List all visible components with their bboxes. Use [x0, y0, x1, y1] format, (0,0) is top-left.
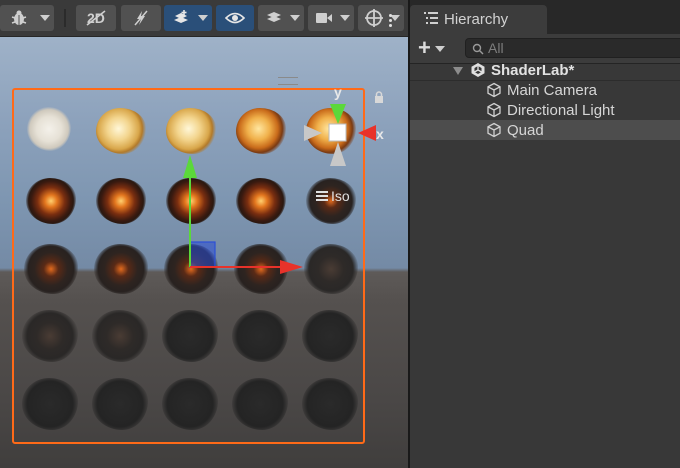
hierarchy-item-scene[interactable]: ShaderLab*: [410, 60, 680, 81]
scene-view[interactable]: 2D: [0, 0, 408, 468]
hierarchy-panel: Hierarchy + ShaderLab* Main Camera D: [410, 0, 680, 468]
lock-icon[interactable]: [374, 90, 384, 108]
projection-label: Iso: [331, 188, 350, 204]
hierarchy-list-icon: [424, 11, 438, 28]
tab-hierarchy-label: Hierarchy: [444, 11, 509, 28]
hierarchy-search-box[interactable]: [465, 38, 680, 58]
gameobject-cube-icon: [486, 82, 502, 102]
gizmo-x-label: x: [376, 126, 384, 142]
orient-center-cube: [328, 123, 347, 142]
menu-lines-icon: [316, 188, 328, 204]
move-tool-gizmo[interactable]: [0, 0, 408, 468]
orient-neg-x-cone: [304, 125, 322, 141]
orientation-gizmo[interactable]: [300, 88, 400, 178]
hierarchy-tab-bar: Hierarchy: [410, 0, 680, 34]
projection-toggle[interactable]: Iso: [316, 188, 350, 204]
chevron-down-icon: [434, 46, 445, 52]
search-input[interactable]: [488, 39, 678, 57]
hierarchy-item-directional-light[interactable]: Directional Light: [410, 100, 680, 120]
hierarchy-item-main-camera[interactable]: Main Camera: [410, 80, 680, 100]
hierarchy-item-label: Quad: [507, 121, 544, 139]
hierarchy-item-label: Main Camera: [507, 81, 598, 99]
tab-hierarchy[interactable]: Hierarchy: [410, 5, 547, 34]
search-icon: [472, 42, 484, 60]
hierarchy-empty-area[interactable]: [410, 141, 680, 468]
x-axis-arrow-icon: [280, 260, 303, 274]
hierarchy-item-label: Directional Light: [507, 101, 615, 119]
orient-x-cone: [358, 125, 376, 141]
plus-icon: +: [418, 35, 431, 60]
expand-arrow-icon[interactable]: [453, 67, 463, 75]
unity-scene-icon: [470, 62, 486, 82]
hierarchy-item-label: ShaderLab*: [491, 61, 575, 79]
hierarchy-item-quad[interactable]: Quad: [410, 120, 680, 140]
gameobject-cube-icon: [486, 102, 502, 122]
create-dropdown-button[interactable]: +: [418, 35, 452, 60]
orient-y-cone: [330, 104, 346, 124]
orient-neg-y-cone: [330, 142, 346, 166]
gameobject-cube-icon: [486, 122, 502, 142]
xy-plane-handle: [189, 241, 216, 268]
y-axis-arrow-icon: [183, 155, 197, 178]
gizmo-y-label: y: [334, 84, 342, 100]
